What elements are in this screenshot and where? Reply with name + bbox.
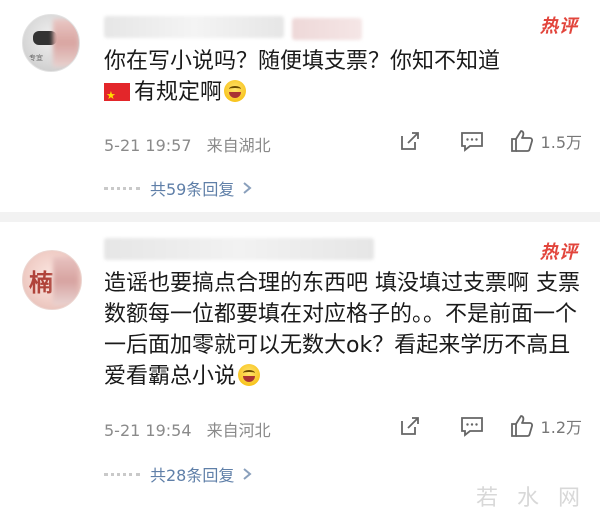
share-button[interactable] (379, 126, 441, 156)
username-blurred[interactable] (104, 238, 374, 260)
share-icon (400, 132, 419, 150)
china-flag-icon (104, 80, 130, 111)
like-count: 1.5万 (540, 133, 582, 152)
comment-1: 专宜 热评 你在写小说吗？随便填支票？你知不知道有规定啊 5-21 19:57 … (0, 0, 600, 212)
comment-actions: 1.2万 (379, 411, 582, 441)
avatar-blur (53, 257, 79, 305)
replies-count: 共59条回复 (150, 180, 235, 199)
comment-button[interactable] (441, 126, 503, 156)
comment-time: 5-21 19:57 (104, 136, 192, 155)
comment-button[interactable] (441, 411, 503, 441)
laughing-emoji-icon (224, 80, 247, 102)
comment-time: 5-21 19:54 (104, 421, 192, 440)
comment-icon (460, 132, 483, 152)
avatar-caption: 楠 (29, 269, 53, 297)
view-replies-link[interactable]: 共28条回复 (104, 462, 252, 486)
site-watermark: 若 水 网 (476, 486, 586, 511)
comment-divider (0, 212, 600, 222)
share-icon (400, 417, 419, 435)
username-blurred-suffix (292, 18, 362, 40)
like-icon (510, 130, 533, 152)
avatar-blur (53, 19, 79, 67)
chevron-right-icon (243, 182, 252, 194)
comment-actions: 1.5万 (379, 126, 582, 156)
avatar-caption: 专宜 (29, 54, 43, 62)
share-button[interactable] (379, 411, 441, 441)
comment-text: 你在写小说吗？随便填支票？你知不知道有规定啊 (104, 46, 580, 111)
comment-2: 楠 热评 造谣也要搞点合理的东西吧 填没填过支票啊 支票数额每一位都要填在对应格… (0, 222, 600, 518)
like-button[interactable]: 1.2万 (509, 413, 582, 439)
comment-meta: 5-21 19:54 来自河北 (104, 417, 281, 441)
view-replies-link[interactable]: 共59条回复 (104, 176, 252, 200)
like-icon (510, 415, 533, 437)
username-blurred[interactable] (104, 16, 284, 38)
comment-icon (460, 417, 483, 437)
like-count: 1.2万 (540, 418, 582, 437)
dots-decoration (104, 186, 140, 190)
hot-comment-badge: 热评 (540, 16, 578, 37)
like-button[interactable]: 1.5万 (509, 128, 582, 154)
chevron-right-icon (243, 468, 252, 480)
avatar[interactable]: 专宜 (22, 14, 80, 72)
dots-decoration (104, 472, 140, 476)
hot-comment-badge: 热评 (540, 242, 578, 263)
comment-text-body: 造谣也要搞点合理的东西吧 填没填过支票啊 支票数额每一位都要填在对应格子的。。不… (104, 271, 580, 389)
laughing-emoji-icon (238, 364, 261, 386)
replies-count: 共28条回复 (150, 466, 235, 485)
comment-text-line2: 有规定啊 (134, 80, 223, 105)
comment-location: 来自湖北 (206, 136, 271, 155)
avatar[interactable]: 楠 (22, 250, 82, 310)
comment-text-line1: 你在写小说吗？随便填支票？你知不知道 (104, 49, 501, 74)
comment-location: 来自河北 (206, 421, 271, 440)
comment-text: 造谣也要搞点合理的东西吧 填没填过支票啊 支票数额每一位都要填在对应格子的。。不… (104, 268, 580, 392)
comment-meta: 5-21 19:57 来自湖北 (104, 132, 281, 156)
